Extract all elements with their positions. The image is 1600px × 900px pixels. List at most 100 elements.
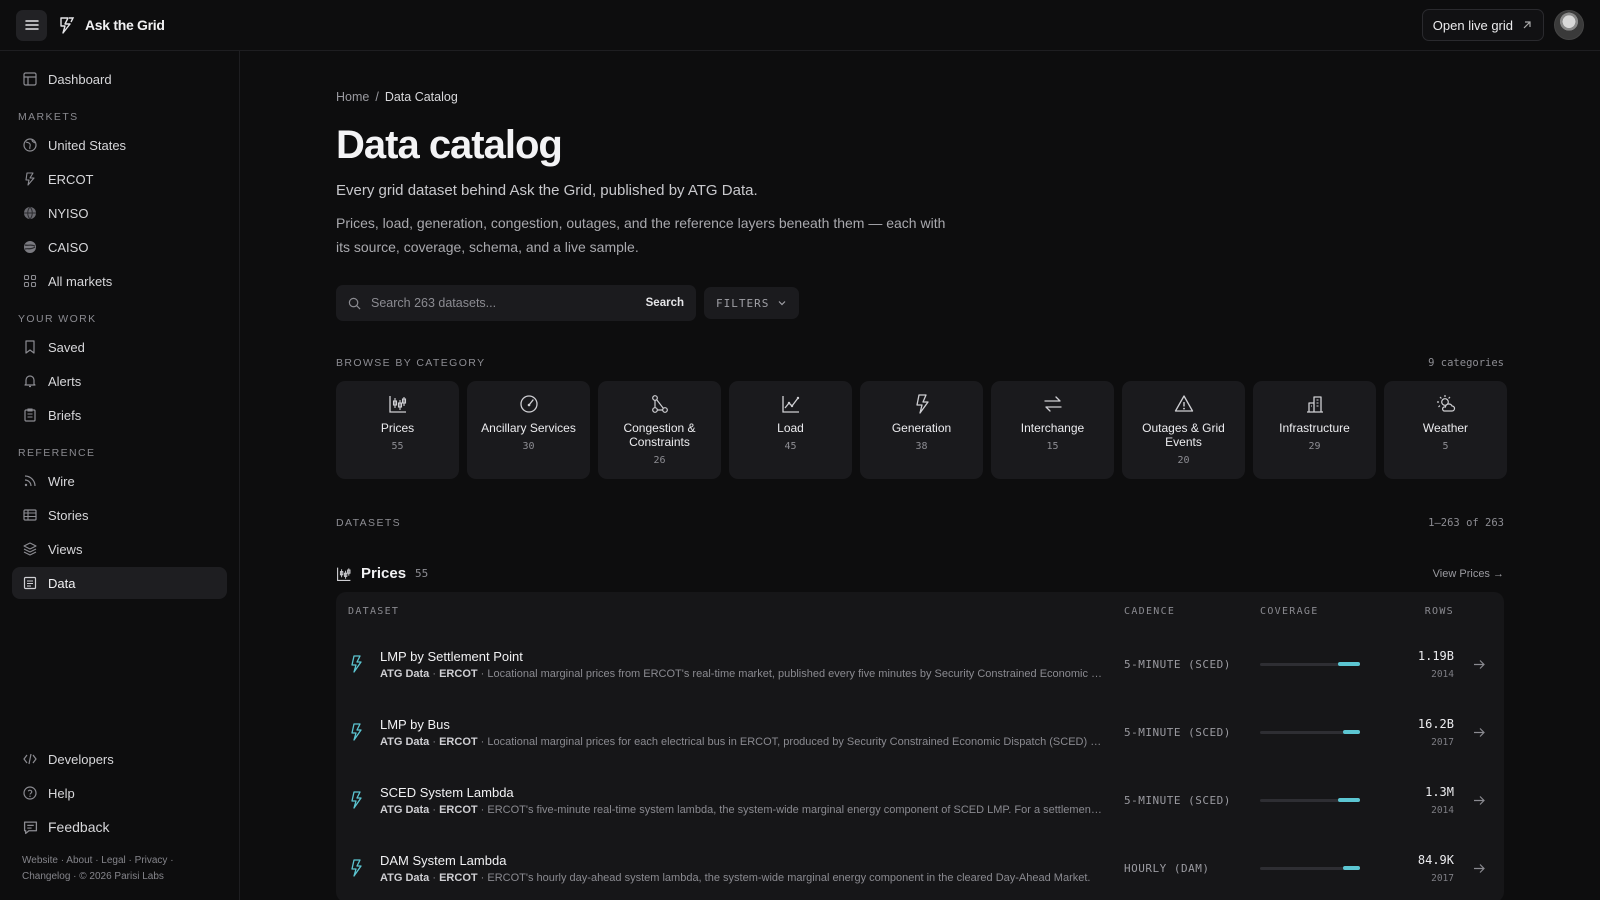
sidebar-item-label: Developers (48, 751, 114, 767)
sidebar-item-label: Alerts (48, 373, 82, 389)
dataset-name[interactable]: LMP by Bus (380, 717, 1104, 732)
dataset-since: 2014 (1431, 668, 1454, 680)
category-count: 45 (784, 441, 797, 452)
category-card-prices[interactable]: Prices 55 (336, 381, 459, 479)
sidebar-item-label: Help (48, 785, 75, 801)
category-card-ancillary-services[interactable]: Ancillary Services 30 (467, 381, 590, 479)
sidebar-item-help[interactable]: Help (12, 777, 227, 809)
app-logo[interactable]: Ask the Grid (57, 15, 165, 35)
sidebar-item-feedback[interactable]: Feedback (12, 811, 227, 843)
bookmark-icon (22, 339, 38, 355)
dataset-name[interactable]: LMP by Settlement Point (380, 649, 1104, 664)
footer-line-2[interactable]: Changelog · © 2026 Parisi Labs (22, 869, 217, 885)
table-row[interactable]: LMP by Bus ATG Data · ERCOT · Locational… (336, 698, 1504, 766)
row-arrow-icon[interactable] (1454, 658, 1504, 671)
layers-icon (22, 541, 38, 557)
code-icon (22, 751, 38, 767)
category-name: Infrastructure (1279, 421, 1350, 435)
network-icon (649, 393, 671, 415)
search-input[interactable] (371, 296, 636, 310)
dataset-name[interactable]: DAM System Lambda (380, 853, 1104, 868)
sidebar-item-label: CAISO (48, 239, 89, 255)
sidebar-item-all-markets[interactable]: All markets (12, 265, 227, 297)
dataset-since: 2014 (1431, 804, 1454, 816)
categories-count: 9 categories (1428, 357, 1504, 369)
sidebar-item-caiso[interactable]: CAISO (12, 231, 227, 263)
table-icon (22, 507, 38, 523)
table-row[interactable]: DAM System Lambda ATG Data · ERCOT · ERC… (336, 834, 1504, 900)
sidebar-item-united-states[interactable]: United States (12, 129, 227, 161)
category-card-interchange[interactable]: Interchange 15 (991, 381, 1114, 479)
group-count: 55 (415, 567, 429, 580)
sidebar-item-label: Briefs (48, 407, 82, 423)
row-arrow-icon[interactable] (1454, 794, 1504, 807)
clipboard-icon (22, 407, 38, 423)
dataset-rows: 84.9K (1417, 852, 1454, 867)
datasets-range: 1–263 of 263 (1428, 517, 1504, 529)
column-header-cadence[interactable]: CADENCE (1124, 606, 1260, 617)
sidebar-item-label: Saved (48, 339, 85, 355)
warning-icon (1173, 393, 1195, 415)
datasets-header: DATASETS 1–263 of 263 (336, 517, 1504, 529)
breadcrumb-home[interactable]: Home (336, 90, 369, 104)
category-name: Weather (1422, 421, 1469, 435)
dataset-market: ERCOT (439, 667, 478, 680)
sidebar-item-briefs[interactable]: Briefs (12, 399, 227, 431)
table-row[interactable]: SCED System Lambda ATG Data · ERCOT · ER… (336, 766, 1504, 834)
dataset-cadence: 5-MINUTE (SCED) (1124, 657, 1231, 671)
sidebar-item-views[interactable]: Views (12, 533, 227, 565)
sidebar-item-wire[interactable]: Wire (12, 465, 227, 497)
sidebar-item-alerts[interactable]: Alerts (12, 365, 227, 397)
bell-icon (22, 373, 38, 389)
sidebar-item-label: Feedback (48, 819, 110, 835)
column-header-coverage[interactable]: COVERAGE (1260, 606, 1390, 617)
open-live-grid-label: Open live grid (1432, 17, 1513, 33)
coverage-fill (1343, 865, 1360, 870)
category-name: Ancillary Services (481, 421, 576, 435)
sidebar-item-saved[interactable]: Saved (12, 331, 227, 363)
breadcrumb: Home / Data Catalog (336, 90, 1504, 104)
message-icon (22, 819, 38, 835)
sidebar-item-stories[interactable]: Stories (12, 499, 227, 531)
dataset-meta: ATG Data · ERCOT · ERCOT's hourly day-ah… (380, 871, 1091, 884)
your-work-section-label: YOUR WORK (18, 313, 97, 325)
dataset-name[interactable]: SCED System Lambda (380, 785, 1104, 800)
top-bar: Ask the Grid Open live grid (0, 0, 1600, 51)
category-name: Congestion & Constraints (623, 421, 696, 449)
category-card-outages-grid-events[interactable]: Outages & Grid Events 20 (1122, 381, 1245, 479)
row-arrow-icon[interactable] (1454, 726, 1504, 739)
app-name: Ask the Grid (85, 17, 165, 33)
dashboard-icon (22, 71, 38, 87)
category-count: 55 (391, 441, 404, 452)
markets-section-label: MARKETS (18, 111, 79, 123)
category-count: 20 (1177, 455, 1190, 466)
category-card-congestion-constraints[interactable]: Congestion & Constraints 26 (598, 381, 721, 479)
category-name: Outages & Grid Events (1142, 421, 1225, 449)
category-card-load[interactable]: Load 45 (729, 381, 852, 479)
column-header-rows[interactable]: ROWS (1390, 606, 1454, 617)
rss-icon (22, 473, 38, 489)
category-card-weather[interactable]: Weather 5 (1384, 381, 1507, 479)
category-card-infrastructure[interactable]: Infrastructure 29 (1253, 381, 1376, 479)
view-prices-link[interactable]: View Prices → (1433, 568, 1504, 580)
avatar[interactable] (1554, 10, 1584, 40)
sidebar-item-data[interactable]: Data (12, 567, 227, 599)
group-title: Prices (361, 565, 407, 582)
search-button[interactable]: Search (646, 297, 684, 309)
category-count: 29 (1308, 441, 1321, 452)
sidebar-item-dashboard[interactable]: Dashboard (12, 63, 227, 95)
filters-button[interactable]: FILTERS (704, 287, 800, 319)
bolt-icon (348, 655, 366, 673)
sidebar-item-ercot[interactable]: ERCOT (12, 163, 227, 195)
sidebar-item-nyiso[interactable]: NYISO (12, 197, 227, 229)
column-header-dataset[interactable]: DATASET (336, 606, 1124, 617)
category-count: 30 (522, 441, 535, 452)
table-row[interactable]: LMP by Settlement Point ATG Data · ERCOT… (336, 630, 1504, 698)
category-card-generation[interactable]: Generation 38 (860, 381, 983, 479)
footer-line-1[interactable]: Website · About · Legal · Privacy · (22, 853, 217, 869)
open-live-grid-button[interactable]: Open live grid (1421, 9, 1544, 41)
menu-button[interactable] (16, 9, 47, 41)
dataset-since: 2017 (1431, 872, 1454, 884)
row-arrow-icon[interactable] (1454, 862, 1504, 875)
sidebar-item-developers[interactable]: Developers (12, 743, 227, 775)
